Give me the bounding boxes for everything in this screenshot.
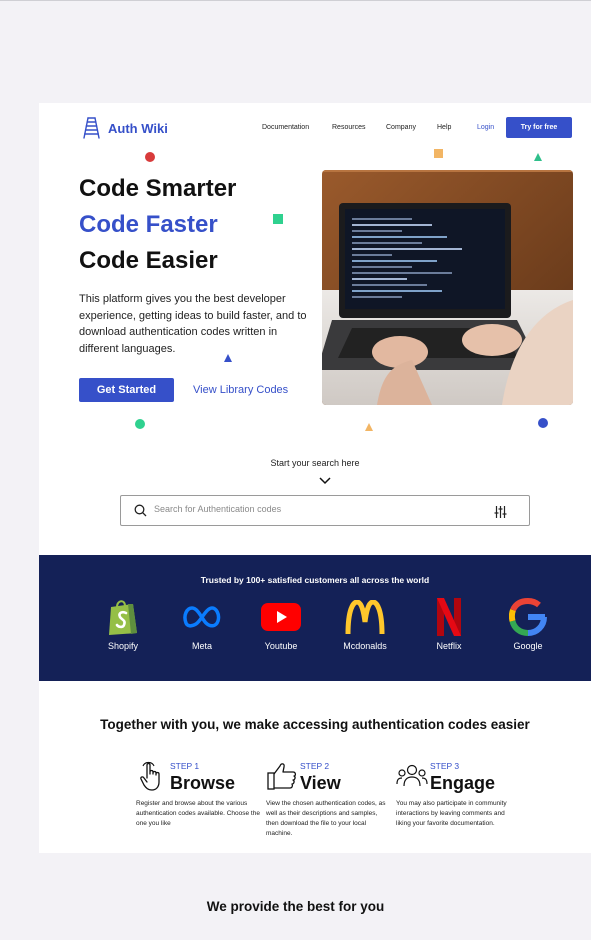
brand-name: Shopify	[107, 641, 139, 651]
search-input[interactable]	[154, 504, 484, 514]
brand-name: Mcdonalds	[343, 641, 387, 651]
hero-laptop-image	[322, 170, 573, 405]
trusted-band: Trusted by 100+ satisfied customers all …	[39, 555, 591, 681]
google-icon	[508, 597, 548, 637]
login-link[interactable]: Login	[477, 124, 494, 131]
decor-blue-dot	[538, 418, 548, 428]
shopify-icon	[103, 597, 143, 637]
try-for-free-button[interactable]: Try for free	[506, 117, 572, 138]
thumbs-up-icon	[267, 763, 297, 790]
hero-description: This platform gives you the best develop…	[79, 293, 307, 355]
decor-orange-square	[434, 149, 443, 158]
step-title: View	[300, 773, 341, 793]
decor-green-triangle	[534, 153, 542, 161]
decor-green-square	[273, 214, 283, 224]
step-text: Register and browse about the various au…	[136, 800, 260, 827]
nav-link-company[interactable]: Company	[386, 124, 416, 131]
logo[interactable]: Auth Wiki	[82, 117, 168, 139]
steps-section-title: Together with you, we make accessing aut…	[100, 717, 530, 732]
brand-name: Google	[513, 641, 543, 651]
step-text: You may also participate in community in…	[396, 800, 507, 827]
pointer-hand-icon	[140, 761, 160, 791]
hero-line-smarter: Code Smarter	[79, 175, 237, 202]
decor-orange-triangle	[365, 423, 373, 431]
hero-line-faster: Code Faster	[79, 211, 218, 238]
top-nav: Auth Wiki Documentation Resources Compan…	[39, 103, 591, 153]
view-library-codes-link[interactable]: View Library Codes	[193, 384, 288, 396]
get-started-button[interactable]: Get Started	[79, 378, 174, 402]
search-icon	[134, 504, 147, 517]
bottom-section-title: We provide the best for you	[206, 899, 385, 914]
mcdonalds-icon	[345, 597, 385, 637]
search-caption: Start your search here	[270, 458, 360, 468]
nav-link-documentation[interactable]: Documentation	[262, 124, 309, 131]
brand-name: Meta	[191, 641, 212, 651]
filter-sliders-icon[interactable]	[494, 506, 507, 518]
community-icon	[396, 764, 428, 787]
ladder-logo-icon	[83, 117, 100, 139]
meta-icon	[182, 597, 222, 637]
step-title: Engage	[430, 773, 496, 793]
hero-line-easier: Code Easier	[79, 247, 218, 274]
step-text: View the chosen authentication codes, as…	[266, 800, 386, 837]
trusted-title: Trusted by 100+ satisfied customers all …	[200, 575, 430, 585]
youtube-icon	[261, 597, 301, 637]
step-number: STEP 3	[430, 761, 460, 771]
logo-text: Auth Wiki	[108, 120, 168, 136]
nav-link-resources[interactable]: Resources	[332, 124, 365, 131]
chevron-down-icon	[319, 477, 331, 485]
page-card: Auth Wiki Documentation Resources Compan…	[39, 103, 591, 853]
step-number: STEP 2	[300, 761, 330, 771]
top-divider	[0, 0, 591, 1]
step-number: STEP 1	[170, 761, 200, 771]
decor-green-dot	[135, 419, 145, 429]
nav-link-help[interactable]: Help	[437, 124, 451, 131]
decor-red-dot	[145, 152, 155, 162]
netflix-icon	[429, 597, 469, 637]
step-title: Browse	[170, 773, 236, 793]
brand-name: Netflix	[436, 641, 462, 651]
search-box	[120, 495, 530, 526]
brand-name: Youtube	[264, 641, 298, 651]
